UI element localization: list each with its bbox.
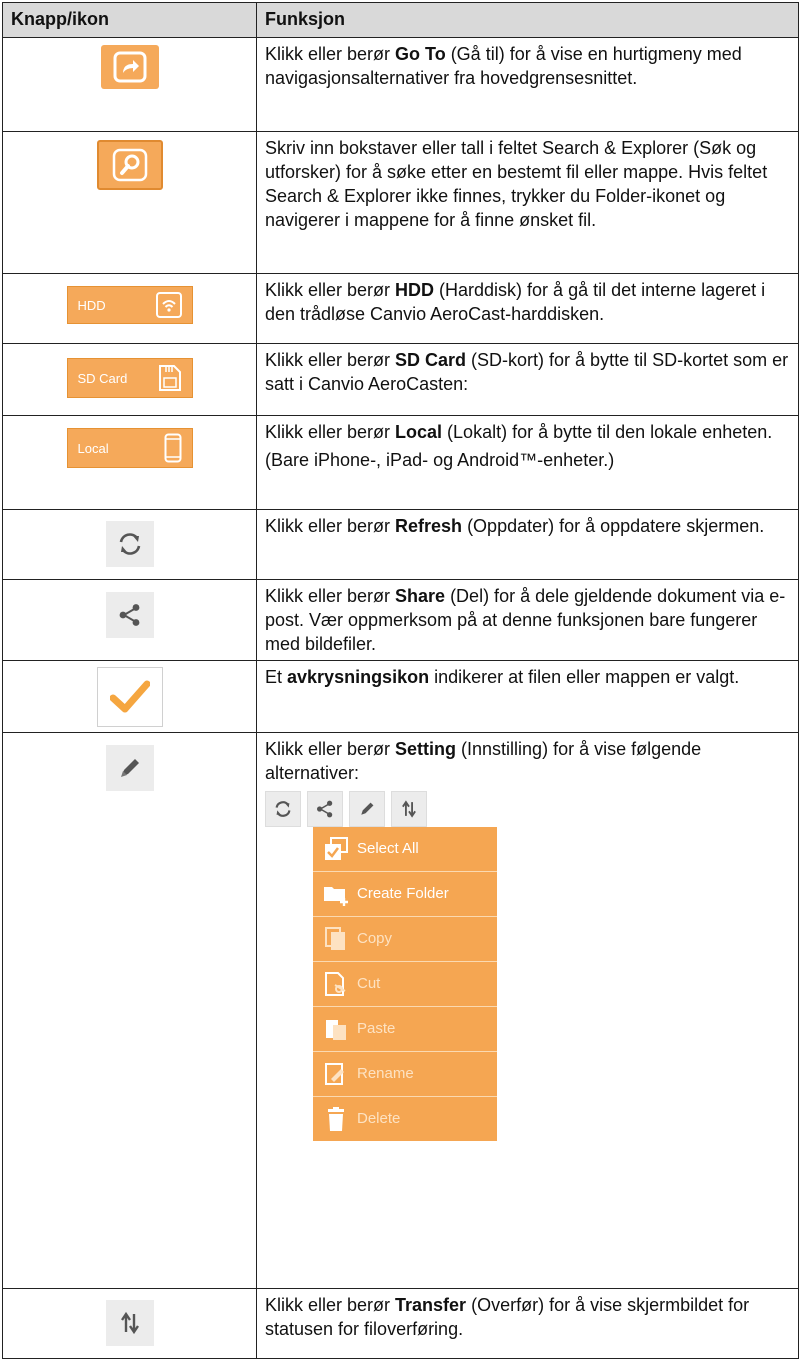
table-row: Local Klikk eller berør Local (Lokalt) f… [2, 415, 799, 510]
copy-icon [323, 926, 349, 952]
folder-plus-icon [323, 881, 349, 907]
header-button-icon: Knapp/ikon [2, 2, 257, 38]
select-all-icon [323, 836, 349, 862]
hdd-button-label: HDD [77, 297, 106, 313]
local-description: Klikk eller berør Local (Lokalt) for å b… [265, 422, 773, 442]
phone-icon [164, 433, 181, 463]
pencil-icon[interactable] [105, 745, 154, 791]
transfer-icon[interactable] [105, 1300, 154, 1346]
share-icon[interactable] [105, 592, 154, 638]
local-button[interactable]: Local [66, 428, 193, 468]
sd-card-icon [158, 365, 181, 391]
table-row: Skriv inn bokstaver eller tall i feltet … [2, 131, 799, 274]
checkmark-icon[interactable] [96, 667, 163, 727]
toolbar-share-icon[interactable] [307, 791, 343, 827]
table-row: HDD Klikk eller berør HDD (Harddisk) for… [2, 273, 799, 344]
setting-description: Klikk eller berør Setting (Innstilling) … [265, 739, 702, 783]
menu-item-create-folder[interactable]: Create Folder [313, 872, 497, 917]
hdd-button[interactable]: HDD [66, 286, 193, 324]
table-row: Et avkrysningsikon indikerer at filen el… [2, 660, 799, 733]
setting-menu-preview: Select All Create Folder Copy Cut Paste … [265, 791, 790, 1141]
cut-icon [323, 971, 349, 997]
local-button-label: Local [77, 440, 109, 456]
table-row: Klikk eller berør Setting (Innstilling) … [2, 732, 799, 1289]
check-description: Et avkrysningsikon indikerer at filen el… [265, 667, 740, 687]
function-table: Knapp/ikon Funksjon Klikk eller berør Go… [2, 2, 799, 1359]
toolbar-transfer-icon[interactable] [391, 791, 427, 827]
sd-card-button-label: SD Card [77, 370, 128, 386]
menu-item-copy[interactable]: Copy [313, 917, 497, 962]
hdd-description: Klikk eller berør HDD (Harddisk) for å g… [265, 280, 766, 324]
menu-item-paste[interactable]: Paste [313, 1007, 497, 1052]
sd-card-button[interactable]: SD Card [66, 358, 193, 398]
rename-icon [323, 1061, 349, 1087]
setting-toolbar [265, 791, 790, 827]
hdd-wifi-icon [155, 292, 182, 318]
paste-icon [323, 1016, 349, 1042]
local-note: (Bare iPhone-, iPad- og Android™-enheter… [265, 450, 615, 470]
trash-icon [323, 1106, 349, 1132]
toolbar-refresh-icon[interactable] [265, 791, 301, 827]
refresh-icon[interactable] [105, 521, 154, 567]
sd-card-description: Klikk eller berør SD Card (SD-kort) for … [265, 350, 789, 394]
header-function: Funksjon [256, 2, 799, 38]
menu-item-delete[interactable]: Delete [313, 1097, 497, 1141]
search-description: Skriv inn bokstaver eller tall i feltet … [265, 138, 768, 230]
table-row: SD Card Klikk eller berør SD Card (SD-ko… [2, 343, 799, 416]
table-row: Klikk eller berør Share (Del) for å dele… [2, 579, 799, 661]
refresh-description: Klikk eller berør Refresh (Oppdater) for… [265, 516, 765, 536]
menu-item-cut[interactable]: Cut [313, 962, 497, 1007]
setting-menu: Select All Create Folder Copy Cut Paste … [313, 827, 497, 1141]
search-icon[interactable] [96, 140, 163, 190]
toolbar-pencil-icon[interactable] [349, 791, 385, 827]
menu-item-select-all[interactable]: Select All [313, 827, 497, 872]
table-row: Klikk eller berør Transfer (Overfør) for… [2, 1288, 799, 1359]
menu-item-rename[interactable]: Rename [313, 1052, 497, 1097]
table-row: Klikk eller berør Go To (Gå til) for å v… [2, 37, 799, 132]
share-description: Klikk eller berør Share (Del) for å dele… [265, 586, 786, 654]
table-header-row: Knapp/ikon Funksjon [2, 2, 799, 38]
table-row: Klikk eller berør Refresh (Oppdater) for… [2, 509, 799, 580]
go-to-description: Klikk eller berør Go To (Gå til) for å v… [265, 44, 742, 88]
go-to-icon[interactable] [100, 45, 159, 89]
transfer-description: Klikk eller berør Transfer (Overfør) for… [265, 1295, 750, 1339]
